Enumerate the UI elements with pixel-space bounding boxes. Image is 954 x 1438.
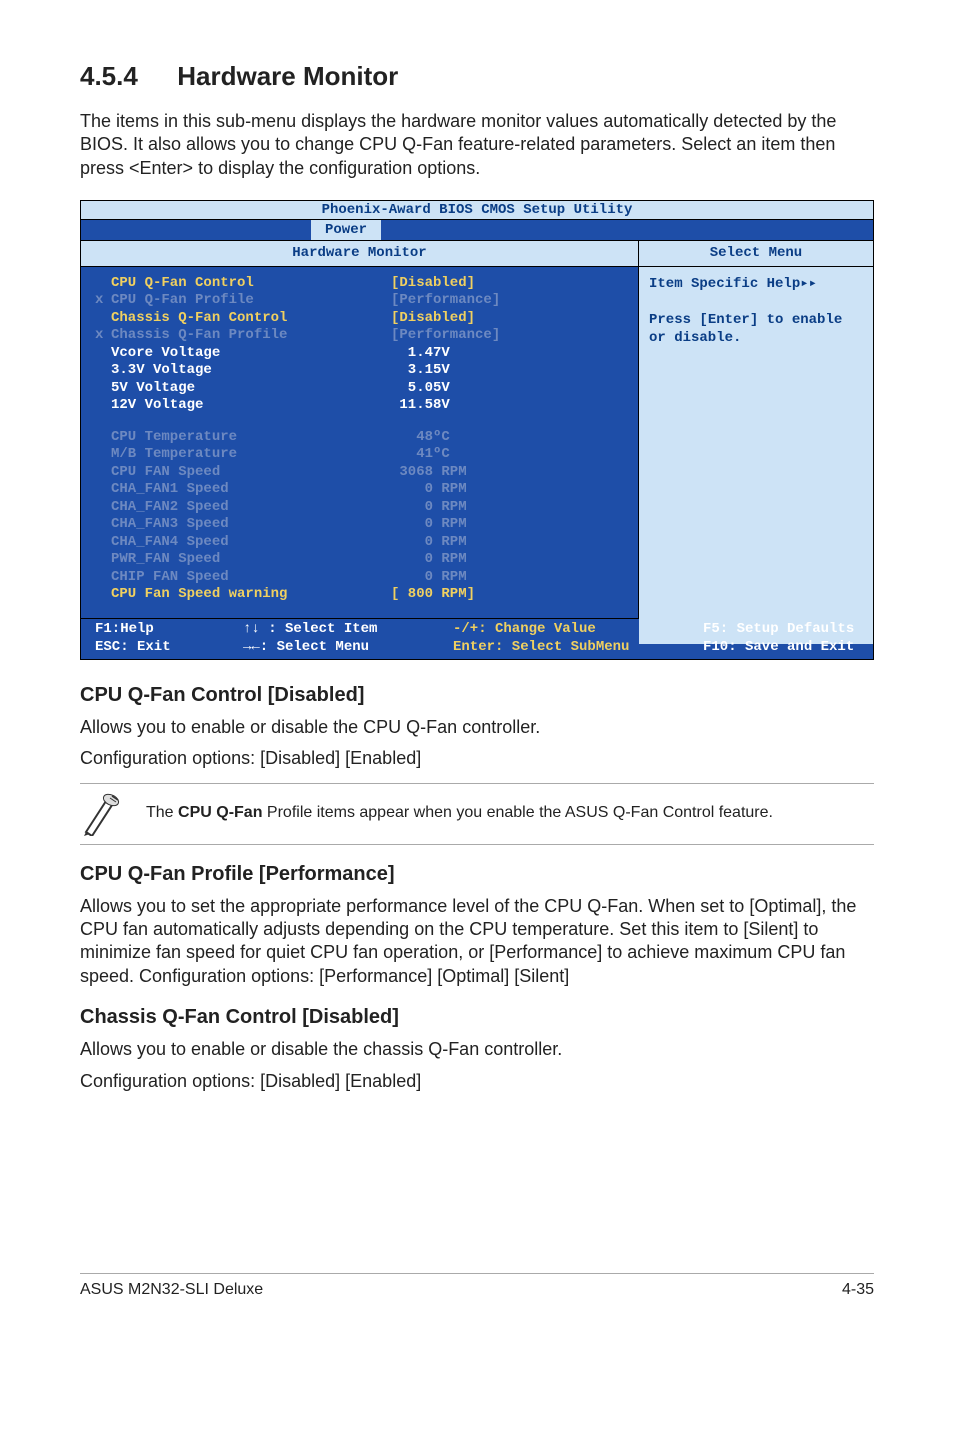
bios-help-panel: Item Specific Help▸▸ Press [Enter] to en…: [639, 267, 873, 644]
bios-settings-list: CPU Q-Fan Control[Disabled]xCPU Q-Fan Pr…: [81, 267, 638, 618]
row-label: Chassis Q-Fan Control: [111, 310, 391, 328]
bios-row: CHA_FAN4 Speed 0 RPM: [81, 534, 638, 552]
bios-row: CHA_FAN2 Speed 0 RPM: [81, 499, 638, 517]
row-label: 12V Voltage: [111, 397, 391, 415]
bios-row: CHIP FAN Speed 0 RPM: [81, 569, 638, 587]
bios-tabbar: Power: [81, 220, 873, 240]
footer-product: ASUS M2N32-SLI Deluxe: [80, 1280, 263, 1301]
row-label: CHA_FAN4 Speed: [111, 534, 391, 552]
footer-select-item: ↑↓ : Select Item: [243, 620, 453, 638]
bios-row[interactable]: 5V Voltage 5.05V: [81, 380, 638, 398]
bios-title: Phoenix-Award BIOS CMOS Setup Utility: [81, 201, 873, 220]
row-label: CHA_FAN2 Speed: [111, 499, 391, 517]
row-label: PWR_FAN Speed: [111, 551, 391, 569]
bios-screenshot: Phoenix-Award BIOS CMOS Setup Utility Po…: [80, 200, 874, 660]
sub3-p2: Configuration options: [Disabled] [Enabl…: [80, 1070, 874, 1093]
row-label: M/B Temperature: [111, 446, 391, 464]
row-label: CPU Q-Fan Control: [111, 275, 391, 293]
row-value: 0 RPM: [391, 481, 467, 499]
row-value: 5.05V: [391, 380, 450, 398]
note-text: The CPU Q-Fan Profile items appear when …: [146, 803, 773, 824]
footer-setup-defaults: F5: Setup Defaults: [703, 620, 854, 638]
row-value: [ 800 RPM]: [391, 586, 475, 604]
row-value: 1.47V: [391, 345, 450, 363]
row-prefix: x: [95, 327, 111, 345]
bios-right-header: Select Menu: [639, 240, 873, 266]
bios-row[interactable]: Chassis Q-Fan Control[Disabled]: [81, 310, 638, 328]
help-body: Press [Enter] to enable or disable.: [649, 311, 863, 347]
row-value: 0 RPM: [391, 516, 467, 534]
bios-left-header: Hardware Monitor: [81, 240, 638, 266]
row-value: [Performance]: [391, 327, 500, 345]
bios-row[interactable]: 12V Voltage 11.58V: [81, 397, 638, 415]
bios-row: CPU FAN Speed 3068 RPM: [81, 464, 638, 482]
row-label: CPU FAN Speed: [111, 464, 391, 482]
sub1-p2: Configuration options: [Disabled] [Enabl…: [80, 747, 874, 770]
row-label: 5V Voltage: [111, 380, 391, 398]
footer-exit: ESC: Exit: [95, 638, 243, 656]
section-heading: 4.5.4 Hardware Monitor: [80, 60, 874, 94]
row-value: 0 RPM: [391, 499, 467, 517]
row-value: 41ºC: [391, 446, 450, 464]
row-value: 48ºC: [391, 429, 450, 447]
bios-row: xChassis Q-Fan Profile[Performance]: [81, 327, 638, 345]
bios-row[interactable]: Vcore Voltage 1.47V: [81, 345, 638, 363]
bios-footer: F1:Help ESC: Exit ↑↓ : Select Item →←: S…: [81, 618, 873, 659]
footer-select-submenu: Enter: Select SubMenu: [453, 638, 703, 656]
footer-change-value: -/+: Change Value: [453, 620, 703, 638]
note-icon: [80, 792, 128, 836]
row-value: [Disabled]: [391, 310, 475, 328]
row-label: 3.3V Voltage: [111, 362, 391, 380]
bios-row[interactable]: CPU Q-Fan Control[Disabled]: [81, 275, 638, 293]
section-title: Hardware Monitor: [177, 61, 398, 91]
bios-row[interactable]: 3.3V Voltage 3.15V: [81, 362, 638, 380]
footer-help: F1:Help: [95, 620, 243, 638]
footer-select-menu: →←: Select Menu: [243, 638, 453, 656]
bios-tab-power[interactable]: Power: [311, 220, 381, 240]
bios-row: CPU Temperature 48ºC: [81, 429, 638, 447]
bios-row: PWR_FAN Speed 0 RPM: [81, 551, 638, 569]
row-value: [Performance]: [391, 292, 500, 310]
sub2-heading: CPU Q-Fan Profile [Performance]: [80, 861, 874, 887]
row-label: Vcore Voltage: [111, 345, 391, 363]
help-title: Item Specific Help: [649, 276, 800, 292]
sub2-p: Allows you to set the appropriate perfor…: [80, 895, 874, 989]
row-value: [Disabled]: [391, 275, 475, 293]
bios-row: CHA_FAN1 Speed 0 RPM: [81, 481, 638, 499]
row-value: 11.58V: [391, 397, 450, 415]
row-value: 0 RPM: [391, 569, 467, 587]
intro-paragraph: The items in this sub-menu displays the …: [80, 110, 874, 180]
bios-row: M/B Temperature 41ºC: [81, 446, 638, 464]
sub1-heading: CPU Q-Fan Control [Disabled]: [80, 682, 874, 708]
row-label: CHA_FAN3 Speed: [111, 516, 391, 534]
row-value: 3.15V: [391, 362, 450, 380]
row-value: 0 RPM: [391, 551, 467, 569]
sub3-p1: Allows you to enable or disable the chas…: [80, 1038, 874, 1061]
row-label: CPU Q-Fan Profile: [111, 292, 391, 310]
bios-row[interactable]: CPU Fan Speed warning[ 800 RPM]: [81, 586, 638, 604]
row-label: CPU Fan Speed warning: [111, 586, 391, 604]
row-label: CHIP FAN Speed: [111, 569, 391, 587]
footer-page-number: 4-35: [842, 1280, 874, 1301]
row-label: CPU Temperature: [111, 429, 391, 447]
row-label: CHA_FAN1 Speed: [111, 481, 391, 499]
sub3-heading: Chassis Q-Fan Control [Disabled]: [80, 1004, 874, 1030]
footer-save-exit: F10: Save and Exit: [703, 638, 854, 656]
page-footer: ASUS M2N32-SLI Deluxe 4-35: [80, 1273, 874, 1301]
note-box: The CPU Q-Fan Profile items appear when …: [80, 783, 874, 845]
row-label: Chassis Q-Fan Profile: [111, 327, 391, 345]
bios-row: xCPU Q-Fan Profile[Performance]: [81, 292, 638, 310]
bios-row: CHA_FAN3 Speed 0 RPM: [81, 516, 638, 534]
row-value: 0 RPM: [391, 534, 467, 552]
row-value: 3068 RPM: [391, 464, 467, 482]
sub1-p1: Allows you to enable or disable the CPU …: [80, 716, 874, 739]
section-number: 4.5.4: [80, 60, 170, 94]
row-prefix: x: [95, 292, 111, 310]
